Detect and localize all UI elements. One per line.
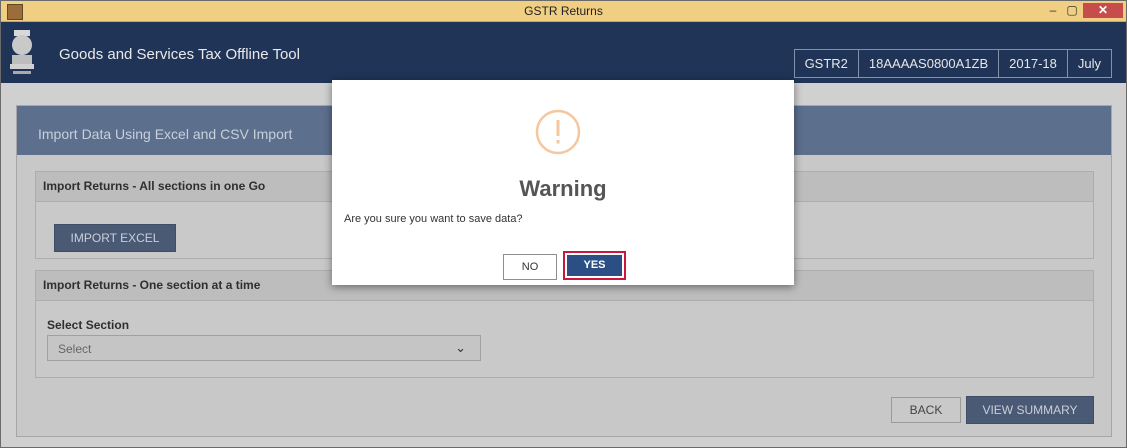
chevron-down-icon: ⌄ — [455, 340, 466, 355]
tag-return-type: GSTR2 — [795, 50, 859, 77]
import-one-panel: Import Returns - One section at a time — [35, 270, 1094, 378]
warning-dialog: Warning Are you sure you want to save da… — [332, 80, 794, 285]
tag-month: July — [1077, 56, 1101, 71]
app-title: Goods and Services Tax Offline Tool — [59, 46, 300, 63]
yes-button-label: YES — [567, 255, 622, 276]
import-excel-button[interactable]: IMPORT EXCEL — [54, 224, 176, 252]
select-section-label: Select Section — [47, 318, 130, 332]
section-title: Import Data Using Excel and CSV Import — [38, 126, 293, 142]
window-title: GSTR Returns — [524, 4, 603, 18]
view-summary-button[interactable]: VIEW SUMMARY — [966, 396, 1094, 424]
select-section-value: Select — [58, 342, 92, 356]
warning-icon — [535, 109, 581, 155]
dialog-title: Warning — [519, 176, 607, 201]
minimize-icon[interactable]: – — [1046, 3, 1060, 18]
select-section-dropdown[interactable]: Select ⌄ — [47, 335, 481, 361]
yes-button[interactable]: YES — [563, 251, 626, 280]
app-window: GSTR Returns – ▢ ✕ Goods and Services Ta… — [0, 0, 1127, 448]
app-header: Goods and Services Tax Offline Tool GSTR… — [1, 22, 1126, 83]
tag-financial-year: 2017-18 — [999, 50, 1068, 77]
tag-gstin: 18AAAAS0800A1ZB — [859, 50, 1000, 77]
maximize-icon[interactable]: ▢ — [1065, 3, 1079, 18]
dialog-message: Are you sure you want to save data? — [344, 213, 523, 225]
return-context-tags: GSTR2 18AAAAS0800A1ZB 2017-18 July — [793, 49, 1112, 78]
back-button[interactable]: BACK — [891, 397, 961, 423]
emblem-icon — [10, 30, 34, 74]
window-titlebar: GSTR Returns – ▢ ✕ — [1, 1, 1126, 22]
no-button[interactable]: NO — [503, 254, 557, 280]
close-icon[interactable]: ✕ — [1083, 3, 1123, 18]
